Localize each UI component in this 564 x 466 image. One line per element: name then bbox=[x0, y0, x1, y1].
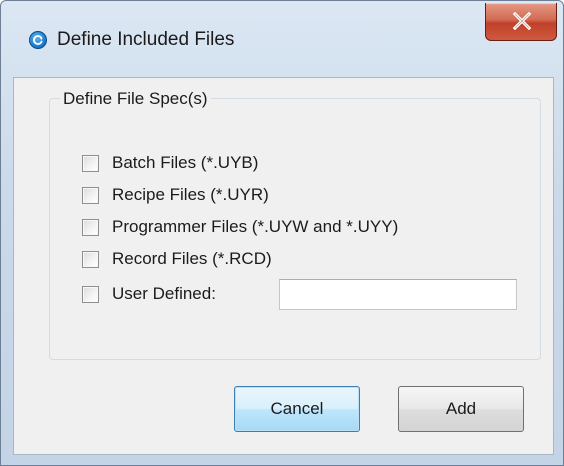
batch-files-checkbox[interactable] bbox=[82, 154, 99, 172]
option-user-defined[interactable]: User Defined: bbox=[82, 282, 216, 306]
batch-files-label[interactable]: Batch Files (*.UYB) bbox=[112, 153, 258, 173]
dialog-window: Define Included Files Define File Spec(s… bbox=[0, 0, 564, 466]
user-defined-input[interactable] bbox=[279, 279, 517, 310]
option-record-files[interactable]: Record Files (*.RCD) bbox=[82, 247, 272, 271]
title-bar[interactable]: Define Included Files bbox=[1, 1, 563, 77]
recipe-files-checkbox[interactable] bbox=[82, 186, 99, 204]
app-refresh-icon bbox=[29, 31, 47, 49]
file-spec-groupbox: Define File Spec(s) Batch Files (*.UYB) … bbox=[49, 89, 541, 360]
close-button[interactable] bbox=[485, 3, 557, 41]
programmer-files-checkbox[interactable] bbox=[82, 218, 99, 236]
recipe-files-label[interactable]: Recipe Files (*.UYR) bbox=[112, 185, 269, 205]
cancel-button[interactable]: Cancel bbox=[234, 386, 360, 432]
add-button[interactable]: Add bbox=[398, 386, 524, 432]
user-defined-label[interactable]: User Defined: bbox=[112, 284, 216, 304]
window-title: Define Included Files bbox=[57, 29, 235, 50]
option-programmer-files[interactable]: Programmer Files (*.UYW and *.UYY) bbox=[82, 215, 398, 239]
option-batch-files[interactable]: Batch Files (*.UYB) bbox=[82, 151, 258, 175]
dialog-client-area: Define File Spec(s) Batch Files (*.UYB) … bbox=[13, 77, 554, 455]
groupbox-title: Define File Spec(s) bbox=[60, 89, 211, 109]
record-files-label[interactable]: Record Files (*.RCD) bbox=[112, 249, 272, 269]
close-icon bbox=[512, 12, 532, 30]
record-files-checkbox[interactable] bbox=[82, 250, 99, 268]
user-defined-checkbox[interactable] bbox=[82, 285, 99, 303]
option-recipe-files[interactable]: Recipe Files (*.UYR) bbox=[82, 183, 269, 207]
programmer-files-label[interactable]: Programmer Files (*.UYW and *.UYY) bbox=[112, 217, 398, 237]
